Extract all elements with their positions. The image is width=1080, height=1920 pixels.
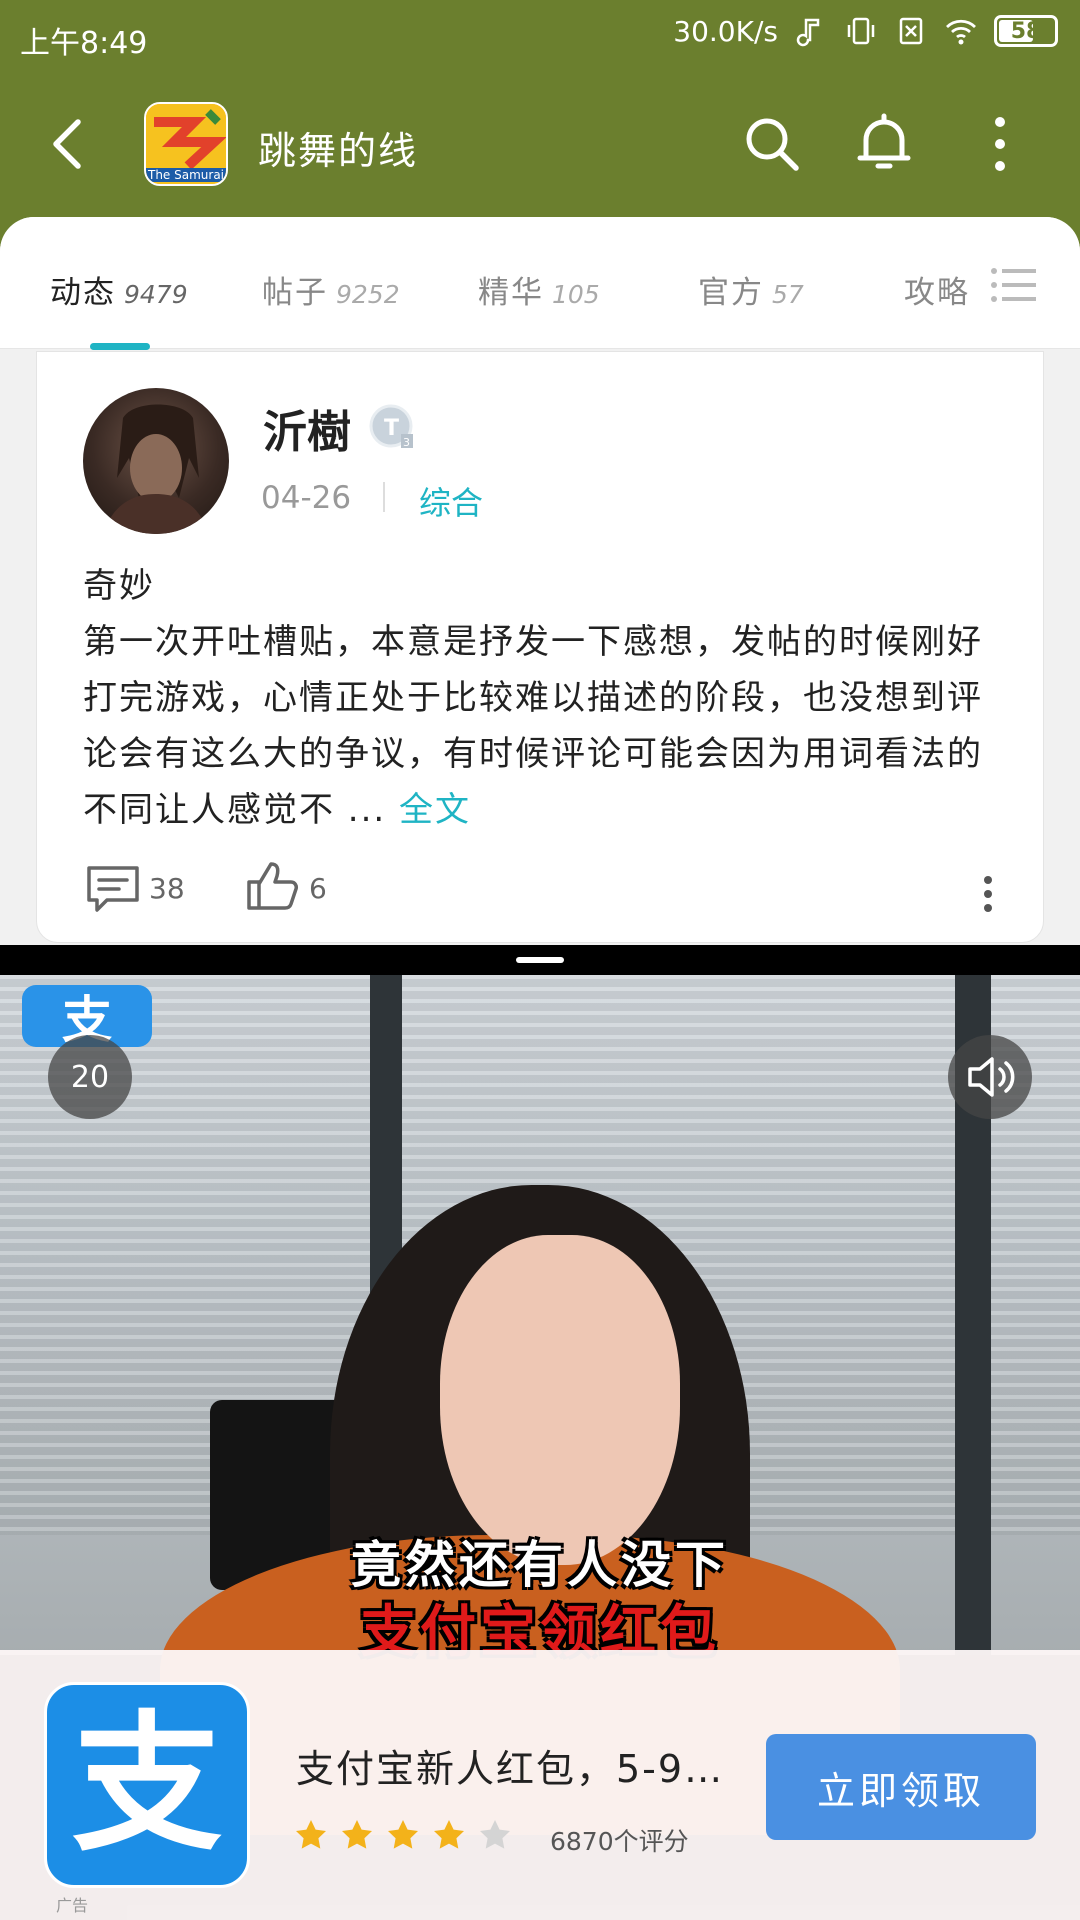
list-menu-icon[interactable] bbox=[990, 265, 1036, 305]
battery-level: 58 bbox=[1010, 18, 1042, 44]
tab-count: 9479 bbox=[124, 280, 188, 309]
post-more-icon[interactable] bbox=[981, 874, 995, 914]
status-right-group: 30.0K/s 58 bbox=[673, 14, 1058, 48]
post-date: 04-26 bbox=[261, 480, 352, 516]
tab-active-indicator bbox=[90, 343, 150, 350]
split-screen-divider[interactable] bbox=[0, 945, 1080, 975]
tab-official[interactable]: 官方 57 bbox=[698, 267, 804, 312]
tab-label: 帖子 bbox=[262, 275, 328, 311]
tab-count: 105 bbox=[552, 280, 600, 309]
comment-icon[interactable] bbox=[85, 864, 141, 914]
thumbs-up-icon[interactable] bbox=[245, 858, 299, 912]
tab-count: 9252 bbox=[336, 280, 400, 309]
vibrate-icon bbox=[847, 17, 875, 45]
content-sheet: 动态 9479 帖子 9252 精华 105 官方 57 攻略 沂樹 T 3 0… bbox=[0, 217, 1080, 945]
ad-label: 广告 bbox=[56, 1896, 89, 1915]
star-icon bbox=[388, 1820, 418, 1849]
post-card[interactable]: 沂樹 T 3 04-26 综合 奇妙 第一次开吐槽贴，本意是抒发一下感想，发帖的… bbox=[36, 351, 1044, 943]
person-face bbox=[440, 1235, 680, 1565]
star-empty-icon bbox=[480, 1820, 510, 1849]
post-title: 奇妙 bbox=[83, 566, 155, 606]
tab-guides[interactable]: 攻略 bbox=[904, 267, 970, 312]
no-sim-icon bbox=[899, 17, 923, 45]
alipay-glyph: 支 bbox=[71, 1698, 222, 1872]
rating-count: 6870个评分 bbox=[550, 1827, 689, 1856]
ad-video[interactable]: 支 20 竟然还有人没下 支付宝领红包 bbox=[0, 975, 1080, 1835]
meta-divider bbox=[383, 482, 385, 512]
post-content[interactable]: 奇妙 第一次开吐槽贴，本意是抒发一下感想，发帖的时候刚好打完游戏，心情正处于比较… bbox=[83, 558, 1003, 838]
svg-text:3: 3 bbox=[403, 436, 410, 449]
star-icon bbox=[296, 1820, 326, 1849]
ad-title[interactable]: 支付宝新人红包，5-9… bbox=[296, 1738, 746, 1793]
network-speed: 30.0K/s bbox=[673, 14, 778, 48]
speaker-icon bbox=[968, 1057, 1015, 1097]
read-more-link[interactable]: 全文 bbox=[399, 790, 471, 830]
game-icon-label: The Samurai bbox=[146, 168, 226, 182]
post-text: 第一次开吐槽贴，本意是抒发一下感想，发帖的时候刚好打完游戏，心情正处于比较难以描… bbox=[83, 622, 983, 830]
svg-text:T: T bbox=[384, 416, 399, 441]
nav-bar: The Samurai 跳舞的线 bbox=[0, 72, 1080, 217]
tab-label: 动态 bbox=[50, 275, 116, 311]
bell-icon[interactable] bbox=[852, 110, 916, 176]
comment-count: 38 bbox=[149, 872, 185, 905]
like-count: 6 bbox=[309, 872, 327, 905]
game-icon[interactable]: The Samurai bbox=[144, 102, 228, 186]
tab-featured[interactable]: 精华 105 bbox=[478, 267, 600, 312]
status-bar: 上午8:49 30.0K/s 58 bbox=[0, 0, 1080, 72]
battery-icon: 58 bbox=[994, 15, 1058, 47]
avatar[interactable] bbox=[83, 388, 229, 534]
sound-button[interactable] bbox=[948, 1035, 1032, 1119]
app-window-top: 上午8:49 30.0K/s 58 The Samurai 跳舞的线 动态 94… bbox=[0, 0, 1080, 945]
tab-label: 官方 bbox=[698, 275, 764, 311]
rating-stars bbox=[294, 1818, 512, 1852]
alipay-app-icon[interactable]: 支 bbox=[44, 1682, 250, 1888]
status-time: 上午8:49 bbox=[20, 26, 148, 61]
star-icon bbox=[342, 1820, 372, 1849]
music-note-icon bbox=[796, 18, 820, 47]
tab-dynamic[interactable]: 动态 9479 bbox=[50, 267, 188, 312]
claim-now-button[interactable]: 立即领取 bbox=[766, 1734, 1036, 1840]
avatar-image bbox=[103, 404, 209, 534]
tab-label: 精华 bbox=[478, 275, 544, 311]
countdown-timer: 20 bbox=[48, 1035, 132, 1119]
tab-bar: 动态 9479 帖子 9252 精华 105 官方 57 攻略 bbox=[0, 217, 1080, 350]
more-vertical-icon[interactable] bbox=[980, 112, 1020, 176]
username[interactable]: 沂樹 bbox=[263, 396, 351, 460]
star-icon bbox=[434, 1820, 464, 1849]
wifi-icon bbox=[946, 19, 976, 45]
back-arrow-icon[interactable] bbox=[42, 114, 102, 174]
user-level-badge-icon: T 3 bbox=[369, 404, 413, 449]
video-ad[interactable]: 支 20 竟然还有人没下 支付宝领红包 支 广告 支付宝新人红包，5-9… 68… bbox=[0, 975, 1080, 1920]
split-handle[interactable] bbox=[516, 957, 564, 963]
tab-posts[interactable]: 帖子 9252 bbox=[262, 267, 400, 312]
tab-label: 攻略 bbox=[904, 275, 970, 311]
page-title: 跳舞的线 bbox=[258, 129, 419, 173]
tab-count: 57 bbox=[772, 280, 804, 309]
search-icon[interactable] bbox=[740, 112, 804, 176]
post-category[interactable]: 综合 bbox=[419, 478, 483, 524]
ad-info-panel[interactable]: 支 广告 支付宝新人红包，5-9… 6870个评分 立即领取 bbox=[0, 1650, 1080, 1920]
